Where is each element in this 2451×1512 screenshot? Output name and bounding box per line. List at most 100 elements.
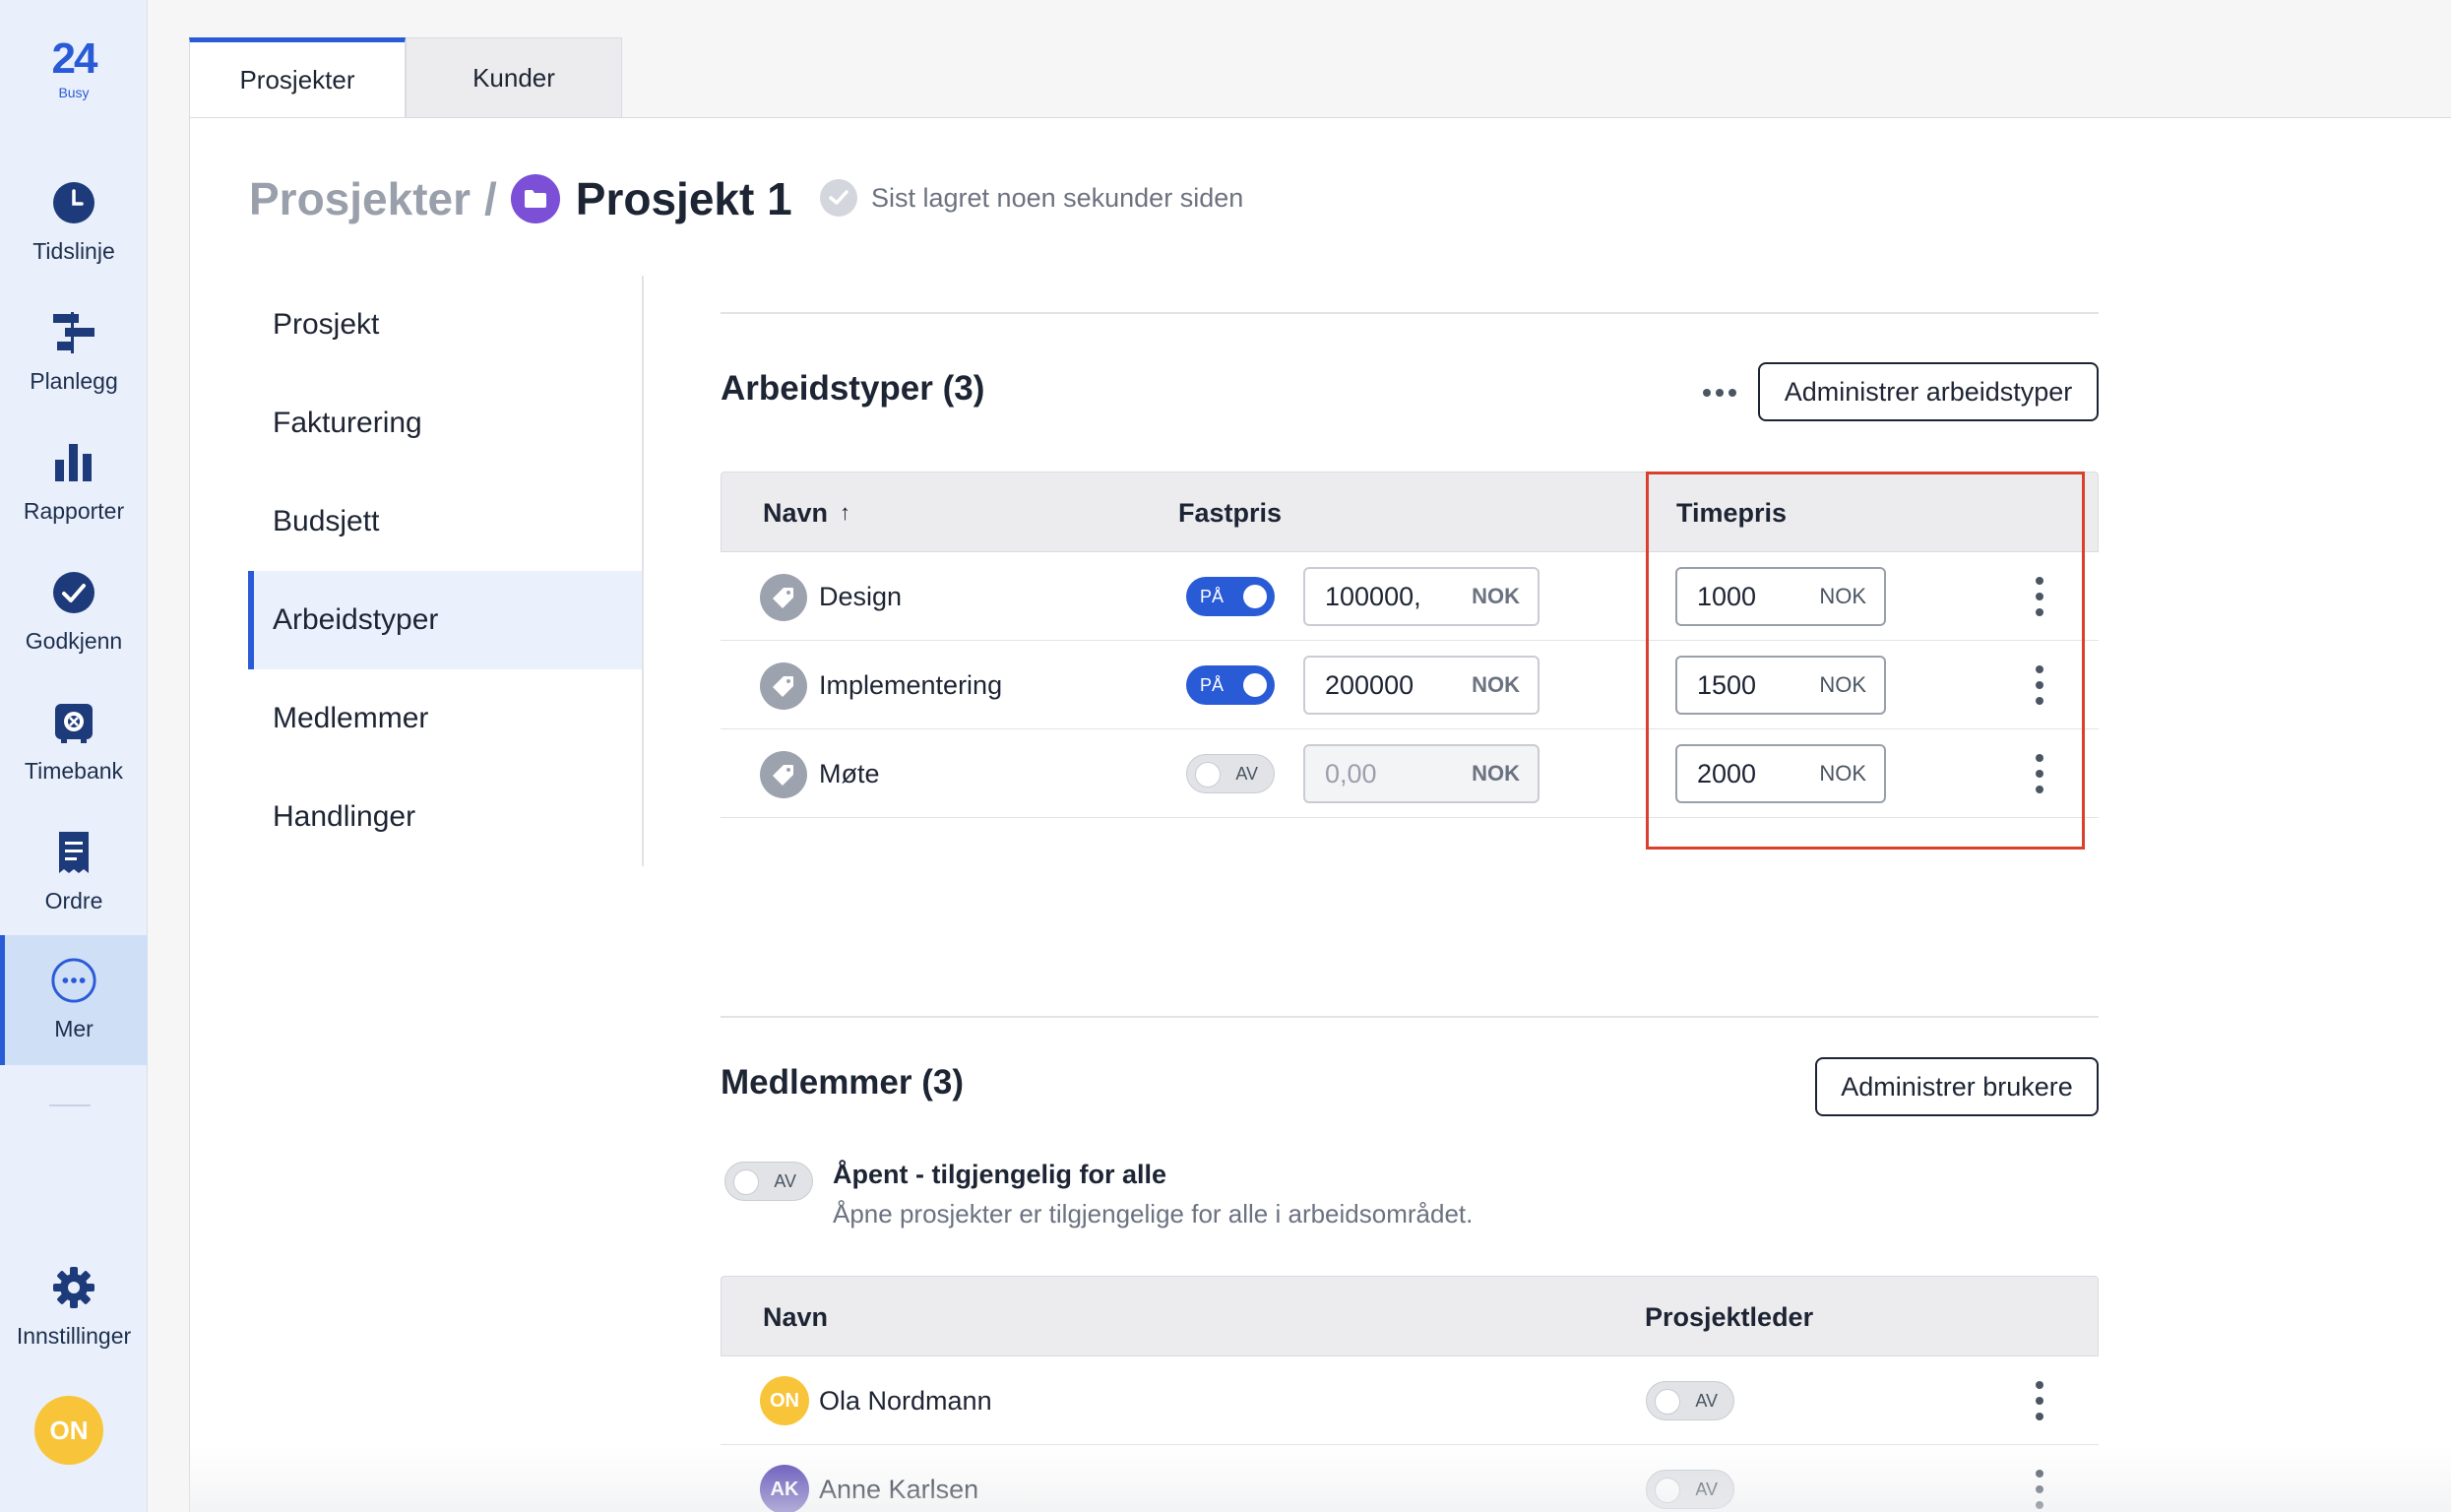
subnav-divider (642, 276, 644, 866)
currency-label: NOK (1819, 761, 1866, 786)
subnav-item-arbeidstyper[interactable]: Arbeidstyper (248, 571, 642, 669)
column-header-name[interactable]: Navn (763, 1277, 828, 1357)
subnav-item-fakturering[interactable]: Fakturering (248, 374, 642, 472)
currency-label: NOK (1472, 672, 1520, 697)
column-header-hourly: Timepris (1676, 497, 1788, 528)
table-row: ON Ola Nordmann AV (721, 1356, 2099, 1445)
row-menu-icon[interactable] (2030, 1381, 2049, 1420)
column-header-name[interactable]: Navn ↑ (763, 472, 850, 553)
currency-label: NOK (1819, 584, 1866, 608)
app-logo[interactable]: 24 Busy (0, 34, 148, 101)
row-menu-icon[interactable] (2030, 665, 2049, 705)
nav-planlegg[interactable]: Planlegg (0, 287, 148, 417)
sidebar-divider (49, 1104, 91, 1106)
column-header-fixed: Fastpris (1178, 497, 1283, 528)
nav-innstillinger[interactable]: Innstillinger (0, 1242, 148, 1372)
worktypes-title: Arbeidstyper (3) (721, 369, 985, 408)
nav-label: Mer (54, 1016, 94, 1041)
subnav-item-handlinger[interactable]: Handlinger (248, 768, 642, 866)
fixed-price-input[interactable]: 200000 NOK (1303, 656, 1540, 715)
currency-label: NOK (1472, 584, 1520, 608)
member-avatar: AK (760, 1465, 809, 1512)
fixed-price-toggle[interactable]: PÅ (1186, 577, 1275, 616)
currency-label: NOK (1472, 761, 1520, 786)
nav-mer[interactable]: Mer (0, 935, 148, 1065)
receipt-icon (50, 829, 97, 876)
table-row: Design PÅ 100000, NOK 1000 NOK (721, 552, 2099, 641)
logo-number: 24 (51, 34, 98, 83)
tab-prosjekter[interactable]: Prosjekter (189, 37, 406, 118)
worktype-name: Implementering (819, 669, 1003, 700)
manage-worktypes-button[interactable]: Administrer arbeidstyper (1758, 362, 2099, 421)
row-menu-icon[interactable] (2030, 1470, 2049, 1509)
member-name: Ola Nordmann (819, 1385, 992, 1416)
nav-label: Godkjenn (25, 628, 123, 654)
open-project-toggle[interactable]: AV (724, 1162, 813, 1201)
manage-users-button[interactable]: Administrer brukere (1815, 1057, 2099, 1116)
subnav-item-budsjett[interactable]: Budsjett (248, 472, 642, 571)
table-header: Navn ↑ Fastpris Timepris (721, 472, 2099, 552)
row-menu-icon[interactable] (2030, 577, 2049, 616)
nav-label: Timebank (24, 758, 124, 784)
hourly-price-input[interactable]: 1000 NOK (1675, 567, 1886, 626)
hourly-price-value: 1500 (1697, 669, 1757, 700)
nav-label: Innstillinger (16, 1323, 132, 1349)
column-label: Navn (763, 497, 829, 528)
tab-kunder[interactable]: Kunder (406, 37, 622, 118)
nav-timebank[interactable]: Timebank (0, 677, 148, 807)
nav-rapporter[interactable]: Rapporter (0, 417, 148, 547)
nav-label: Rapporter (23, 498, 125, 524)
nav-godkjenn[interactable]: Godkjenn (0, 547, 148, 677)
fixed-price-toggle[interactable]: PÅ (1186, 665, 1275, 705)
hourly-price-value: 1000 (1697, 581, 1757, 611)
bar-chart-icon (50, 439, 97, 486)
fixed-price-input: 0,00 NOK (1303, 744, 1540, 803)
user-avatar[interactable]: ON (34, 1396, 103, 1465)
hourly-price-input[interactable]: 1500 NOK (1675, 656, 1886, 715)
hourly-price-value: 2000 (1697, 758, 1757, 788)
project-subnav: Prosjekt Fakturering Budsjett Arbeidstyp… (248, 276, 642, 866)
table-row: Implementering PÅ 200000 NOK 1500 NOK (721, 641, 2099, 729)
vault-icon (50, 699, 97, 746)
subnav-item-medlemmer[interactable]: Medlemmer (248, 669, 642, 768)
logo-subtitle: Busy (58, 85, 90, 100)
worktype-name: Møte (819, 758, 880, 788)
tag-icon (760, 574, 807, 621)
fixed-price-value: 100000, (1325, 581, 1421, 611)
tag-icon (760, 751, 807, 798)
member-name: Anne Karlsen (819, 1474, 979, 1504)
nav-tidslinje[interactable]: Tidslinje (0, 158, 148, 287)
more-options-icon[interactable] (1703, 389, 1736, 397)
open-project-title: Åpent - tilgjengelig for alle (833, 1160, 1167, 1189)
fixed-price-value: 0,00 (1325, 758, 1377, 788)
nav-label: Planlegg (30, 368, 118, 394)
row-menu-icon[interactable] (2030, 754, 2049, 793)
table-row: Møte AV 0,00 NOK 2000 NOK (721, 729, 2099, 818)
check-circle-icon (50, 569, 97, 616)
table-row: AK Anne Karlsen AV (721, 1445, 2099, 1512)
fixed-price-input[interactable]: 100000, NOK (1303, 567, 1540, 626)
nav-label: Ordre (44, 888, 103, 914)
page-title: Prosjekt 1 (575, 173, 792, 224)
breadcrumb-root[interactable]: Prosjekter (249, 172, 471, 225)
sidebar: 24 Busy Tidslinje Planlegg Rapporter God… (0, 0, 148, 1512)
tag-icon (760, 662, 807, 710)
nav-ordre[interactable]: Ordre (0, 807, 148, 937)
table-header: Navn Prosjektleder (721, 1276, 2099, 1356)
clock-icon (50, 179, 97, 226)
fixed-price-value: 200000 (1325, 669, 1414, 700)
section-divider (721, 1016, 2099, 1018)
project-lead-toggle[interactable]: AV (1646, 1470, 1734, 1509)
members-table: Navn Prosjektleder ON Ola Nordmann AV AK… (721, 1276, 2099, 1512)
sort-arrow-icon: ↑ (840, 500, 851, 525)
member-avatar: ON (760, 1376, 809, 1425)
gear-icon (50, 1264, 97, 1311)
column-header-project-lead: Prosjektleder (1645, 1301, 1814, 1332)
project-lead-toggle[interactable]: AV (1646, 1381, 1734, 1420)
members-title: Medlemmer (3) (721, 1063, 965, 1102)
fixed-price-toggle[interactable]: AV (1186, 754, 1275, 793)
subnav-item-prosjekt[interactable]: Prosjekt (248, 276, 642, 374)
hourly-price-input[interactable]: 2000 NOK (1675, 744, 1886, 803)
check-icon (820, 179, 857, 217)
currency-label: NOK (1819, 672, 1866, 697)
